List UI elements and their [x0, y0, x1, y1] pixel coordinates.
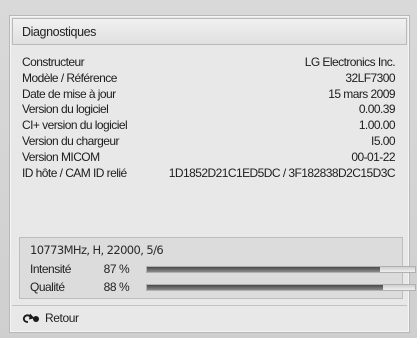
intensity-meter: Intensité 87 % — [30, 262, 416, 278]
info-list: Constructeur LG Electronics Inc. Modèle … — [22, 55, 396, 182]
info-label: Version du chargeur — [22, 133, 120, 148]
info-row-software-version: Version du logiciel 0.00.39 — [22, 102, 396, 118]
diagnostics-dialog: Diagnostiques Constructeur LG Electronic… — [9, 15, 416, 333]
info-value: 32LF7300 — [345, 70, 395, 85]
info-value: 15 mars 2009 — [328, 86, 395, 101]
intensity-unit: % — [119, 262, 130, 276]
signal-panel: 10773MHz, H, 22000, 5/6 Intensité 87 % Q… — [19, 237, 416, 299]
screen: Diagnostiques Constructeur LG Electronic… — [0, 0, 417, 338]
info-value: 0.00.39 — [358, 102, 396, 117]
info-label: Constructeur — [22, 55, 85, 69]
info-value: 1D1852D21C1ED5DC / 3F182838D2C15D3C — [168, 165, 396, 180]
quality-label: Qualité — [30, 280, 65, 294]
quality-unit: % — [119, 280, 130, 294]
frequency-readout: 10773MHz, H, 22000, 5/6 — [30, 243, 164, 257]
info-label: Version du logiciel — [22, 102, 109, 117]
dialog-title: Diagnostiques — [22, 25, 97, 39]
info-row-model: Modèle / Référence 32LF7300 — [22, 70, 396, 87]
info-label: CI+ version du logiciel — [22, 118, 128, 133]
quality-bar — [146, 284, 416, 291]
info-label: ID hôte / CAM ID relié — [22, 165, 127, 180]
dialog-title-bar: Diagnostiques — [12, 18, 407, 45]
quality-meter: Qualité 88 % — [30, 280, 416, 296]
info-row-ci-plus-version: CI+ version du logiciel 1.00.00 — [22, 118, 396, 134]
intensity-bar-fill — [147, 267, 381, 272]
info-value: 1.00.00 — [358, 118, 396, 133]
back-label: Retour — [45, 311, 79, 325]
info-value: 00-01-22 — [351, 149, 395, 164]
info-row-micom-version: Version MICOM 00-01-22 — [22, 149, 396, 166]
intensity-label: Intensité — [30, 262, 71, 276]
info-label: Modèle / Référence — [22, 70, 117, 85]
info-row-loader-version: Version du chargeur I5.00 — [22, 133, 396, 150]
info-row-update-date: Date de mise à jour 15 mars 2009 — [22, 86, 396, 103]
back-button[interactable]: Retour — [22, 310, 79, 326]
return-arrow-icon — [22, 313, 40, 323]
intensity-bar — [146, 266, 416, 273]
dialog-footer: Retour — [12, 305, 407, 330]
info-value: I5.00 — [371, 133, 396, 148]
info-value: LG Electronics Inc. — [304, 55, 396, 69]
info-row-host-cam-id: ID hôte / CAM ID relié 1D1852D21C1ED5DC … — [22, 165, 396, 182]
quality-value: 88 — [103, 280, 117, 294]
quality-bar-fill — [147, 285, 383, 290]
info-label: Version MICOM — [22, 149, 100, 164]
info-label: Date de mise à jour — [22, 86, 116, 101]
info-row-manufacturer: Constructeur LG Electronics Inc. — [22, 55, 396, 71]
intensity-value: 87 — [103, 262, 117, 276]
